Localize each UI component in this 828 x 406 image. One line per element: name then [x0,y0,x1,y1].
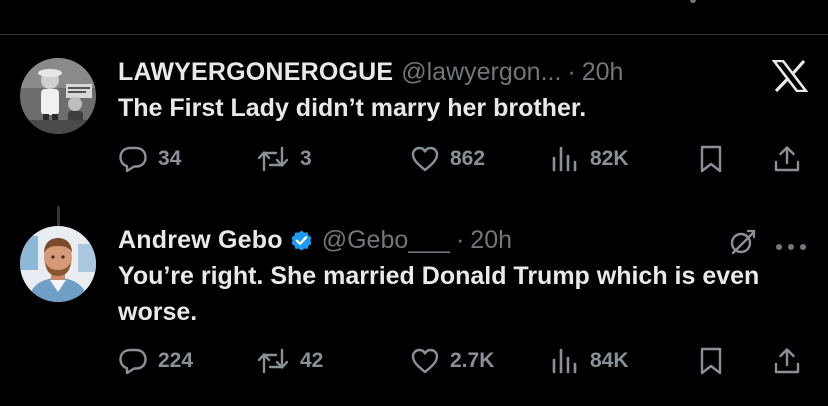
reply-button[interactable]: 224 [118,341,193,381]
display-name[interactable]: Andrew Gebo [118,226,283,255]
avatar[interactable] [20,226,96,302]
tweet-header: Andrew Gebo @Gebo___ · 20h [118,224,512,256]
tweet-text: The First Lady didn’t marry her brother. [118,94,587,122]
avatar-photo-icon [20,226,96,302]
reply-icon [119,348,147,375]
reply-icon [119,146,147,173]
share-button[interactable] [772,341,802,381]
action-bar: 224 42 2.7K 84K [118,341,808,381]
share-icon [774,146,800,172]
like-count: 862 [450,147,486,170]
like-button[interactable]: 862 [410,139,485,179]
more-icon[interactable] [774,238,808,250]
heart-icon [411,348,439,374]
display-name[interactable]: LAWYERGONEROGUE [118,58,393,87]
views-count: 82K [590,147,629,170]
views-icon [552,348,577,374]
separator-dot: · [455,225,465,254]
like-button[interactable]: 2.7K [410,341,494,381]
reply-count: 224 [158,349,194,372]
repost-button[interactable]: 42 [256,341,323,381]
handle[interactable]: @Gebo___ [322,226,450,255]
views-icon [552,146,577,172]
views-button[interactable]: 84K [550,341,629,381]
divider [0,34,828,35]
tweet-text: You’re right. She married Donald Trump w… [118,262,760,326]
repost-count: 42 [300,349,324,372]
avatar-photo-icon [20,58,96,134]
like-count: 2.7K [450,349,495,372]
timestamp[interactable]: 20h [470,226,512,255]
share-icon [774,348,800,374]
verified-badge-icon [289,228,314,253]
views-button[interactable]: 82K [550,139,629,179]
bookmark-icon [700,145,722,173]
avatar[interactable] [20,58,96,134]
bookmark-button[interactable] [698,341,724,381]
repost-count: 3 [300,147,312,170]
heart-icon [411,146,439,172]
x-logo-icon [771,59,809,93]
repost-icon [257,146,289,172]
top-scroll-indicator [690,0,696,3]
views-count: 84K [590,349,629,372]
bookmark-icon [700,347,722,375]
handle[interactable]: @lawyergon... [401,58,561,87]
timestamp[interactable]: 20h [582,58,624,87]
tweet-header: LAWYERGONEROGUE @lawyergon... · 20h [118,56,623,88]
repost-button[interactable]: 3 [256,139,312,179]
share-button[interactable] [772,139,802,179]
action-bar: 34 3 862 82K [118,139,808,179]
bookmark-button[interactable] [698,139,724,179]
separator-dot: · [567,57,576,86]
reply-count: 34 [158,147,182,170]
reply-button[interactable]: 34 [118,139,181,179]
grok-icon[interactable] [728,228,756,256]
repost-icon [257,348,289,374]
